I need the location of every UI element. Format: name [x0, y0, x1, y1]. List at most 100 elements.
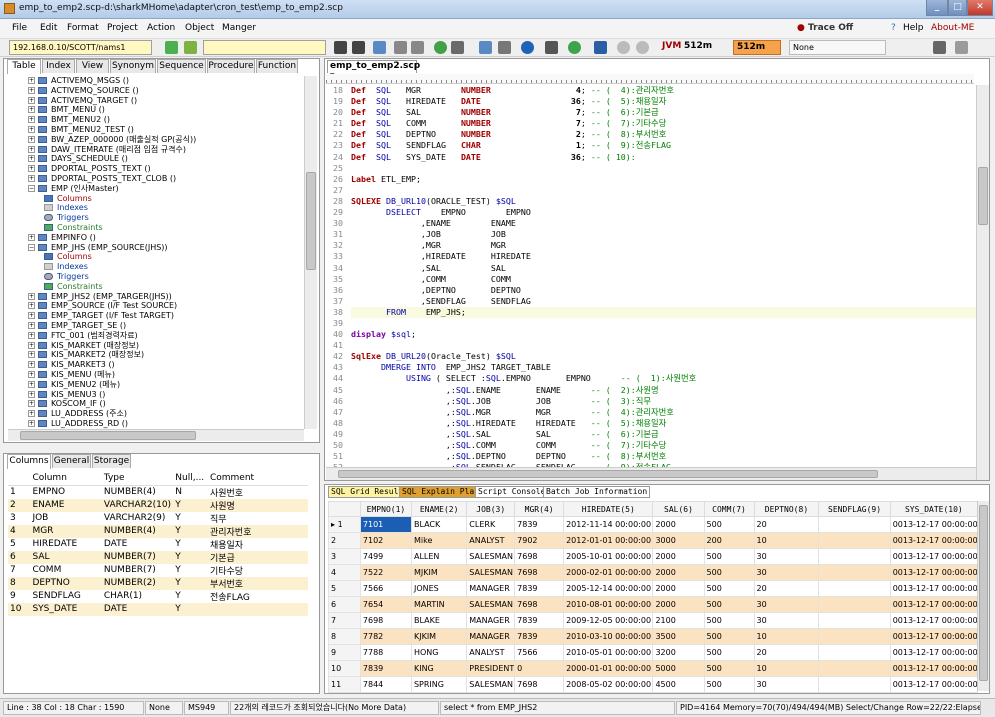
menu-manger[interactable]: Manger: [222, 23, 256, 33]
tree-node[interactable]: + KIS_MARKET2 (매장정보): [8, 350, 304, 360]
grid-cell[interactable]: JONES: [410, 580, 468, 597]
grid-cell[interactable]: 7698: [514, 676, 565, 693]
grid-cell[interactable]: 3200: [652, 644, 705, 661]
batch-icon[interactable]: [594, 41, 607, 54]
grid-cell[interactable]: ANALYST: [466, 644, 516, 661]
grid-cell[interactable]: 7788: [359, 644, 412, 661]
grid-cell[interactable]: 500: [703, 548, 755, 565]
tree-expander-icon[interactable]: +: [28, 155, 35, 163]
grid-cell[interactable]: [818, 660, 891, 677]
grid-vscroll-thumb[interactable]: [979, 505, 988, 681]
row-number[interactable]: 6: [328, 596, 361, 613]
tree-expander-icon[interactable]: −: [28, 184, 35, 192]
grid-cell[interactable]: 2010-03-10 00:00:00: [563, 628, 654, 645]
tree-expander-icon[interactable]: +: [28, 351, 35, 359]
grid-cell[interactable]: KJKIM: [410, 628, 468, 645]
tree-expander-icon[interactable]: +: [28, 312, 35, 320]
menu-format[interactable]: Format: [67, 23, 99, 33]
tree-node[interactable]: Indexes: [8, 262, 304, 272]
tree-expander-icon[interactable]: +: [28, 361, 35, 369]
row-number[interactable]: 3: [328, 548, 361, 565]
grid-cell[interactable]: MANAGER: [466, 628, 516, 645]
add-icon[interactable]: [434, 41, 447, 54]
grid-cell[interactable]: 7844: [359, 676, 412, 693]
column-row[interactable]: 3 JOB VARCHAR2(9) Y 직무: [8, 512, 308, 525]
grid-row[interactable]: ▸ 1 7101 BLACK CLERK 7839 2012-11-14 00:00:00…: [328, 516, 979, 533]
tree-node[interactable]: + LU_ADDRESS_RD (): [8, 419, 304, 429]
tab-sequence[interactable]: Sequence: [157, 59, 206, 73]
connection-input[interactable]: [9, 40, 152, 55]
grid-cell[interactable]: BLAKE: [410, 612, 468, 629]
commit-icon[interactable]: [568, 41, 581, 54]
trace-toggle[interactable]: Trace Off: [808, 23, 853, 33]
settings-icon[interactable]: [955, 41, 968, 54]
encoding-select[interactable]: MS949: [184, 701, 229, 715]
grid-cell[interactable]: [818, 596, 891, 613]
grid-cell[interactable]: 7566: [359, 580, 412, 597]
tab-storage[interactable]: Storage: [92, 454, 131, 468]
grid-cell[interactable]: 2000: [652, 596, 705, 613]
tree-hscrollbar[interactable]: [8, 429, 304, 441]
tree-expander-icon[interactable]: +: [28, 233, 35, 241]
grid-header[interactable]: COMM(7): [703, 501, 755, 517]
column-row[interactable]: 8 DEPTNO NUMBER(2) Y 부서번호: [8, 576, 308, 590]
grid-cell[interactable]: 7654: [359, 596, 412, 613]
column-header[interactable]: Type: [101, 472, 174, 486]
jvm-memory-select[interactable]: 512m: [733, 40, 781, 55]
lock-icon[interactable]: [933, 41, 946, 54]
grid-cell[interactable]: 20: [753, 644, 820, 661]
grid-cell[interactable]: 2100: [652, 612, 705, 629]
grid-cell[interactable]: 2000: [652, 548, 705, 565]
tree-expander-icon[interactable]: +: [28, 125, 35, 133]
code-icon[interactable]: [479, 41, 492, 54]
tab-sql-explain-plan[interactable]: SQL Explain Plan: [399, 486, 483, 498]
grid-cell[interactable]: 7839: [514, 612, 565, 629]
grid-cell[interactable]: 500: [703, 676, 755, 693]
tree-node[interactable]: + DAW_ITEMRATE (매리점 입점 규격수): [8, 145, 304, 155]
grid-cell[interactable]: 4500: [652, 676, 705, 693]
disconnect-icon[interactable]: [184, 41, 197, 54]
grid-cell[interactable]: 3500: [652, 628, 705, 645]
grid-cell[interactable]: HONG: [410, 644, 468, 661]
tab-general[interactable]: General: [52, 454, 91, 468]
tab-columns[interactable]: Columns: [7, 454, 51, 469]
grid-cell[interactable]: 500: [703, 612, 755, 629]
tree-node[interactable]: + ACTIVEMQ_SOURCE (): [8, 86, 304, 96]
column-row[interactable]: 10 SYS_DATE DATE Y: [8, 602, 308, 616]
grid-row[interactable]: 3 7499 ALLEN SALESMAN 7698 2005-10-01 00:00:0…: [328, 548, 979, 565]
grid-header[interactable]: DEPTNO(8): [753, 501, 820, 517]
grid-cell[interactable]: 7902: [514, 532, 565, 549]
row-number[interactable]: 7: [328, 612, 361, 629]
menu-object[interactable]: Object: [185, 23, 214, 33]
grid-cell[interactable]: 7698: [514, 596, 565, 613]
grid-cell[interactable]: 200: [703, 532, 755, 549]
tree-node[interactable]: + ACTIVEMQ_TARGET (): [8, 96, 304, 106]
grid-cell[interactable]: 2000: [652, 580, 705, 597]
column-row[interactable]: 9 SENDFLAG CHAR(1) Y 전송FLAG: [8, 590, 308, 603]
tree-expander-icon[interactable]: +: [28, 86, 35, 94]
tree-node[interactable]: Triggers: [8, 272, 304, 282]
tree-expander-icon[interactable]: +: [28, 135, 35, 143]
row-number[interactable]: 5: [328, 580, 361, 597]
tree-node[interactable]: + KIS_MARKET (매장정보): [8, 341, 304, 351]
grid-header[interactable]: SAL(6): [652, 501, 705, 517]
tree-node[interactable]: + BMT_MENU (): [8, 105, 304, 115]
tree-node[interactable]: Constraints: [8, 223, 304, 233]
grid-row[interactable]: 6 7654 MARTIN SALESMAN 7698 2010-08-01 00:00:…: [328, 596, 979, 613]
grid-cell[interactable]: 10: [753, 532, 820, 549]
row-number[interactable]: 11: [328, 676, 361, 693]
explain-icon[interactable]: [545, 41, 558, 54]
row-number[interactable]: 8: [328, 628, 361, 645]
grid-cell[interactable]: [818, 676, 891, 693]
grid-cell[interactable]: 2012-01-01 00:00:00: [563, 532, 654, 549]
tree-node[interactable]: + FTC_001 (범죄경력자료): [8, 331, 304, 341]
grid-row[interactable]: 4 7522 MJKIM SALESMAN 7698 2000-02-01 00:00:0…: [328, 564, 979, 581]
column-header[interactable]: Column: [30, 472, 102, 486]
grid-cell[interactable]: 0013-12-17 00:00:00: [889, 564, 979, 581]
grid-cell[interactable]: 7698: [514, 548, 565, 565]
tree-node[interactable]: + KOSCOM_IF (): [8, 399, 304, 409]
grid-cell[interactable]: [818, 548, 891, 565]
tree-expander-icon[interactable]: +: [28, 341, 35, 349]
column-row[interactable]: 2 ENAME VARCHAR2(10) Y 사원명: [8, 498, 308, 512]
menu-file[interactable]: File: [12, 23, 27, 33]
